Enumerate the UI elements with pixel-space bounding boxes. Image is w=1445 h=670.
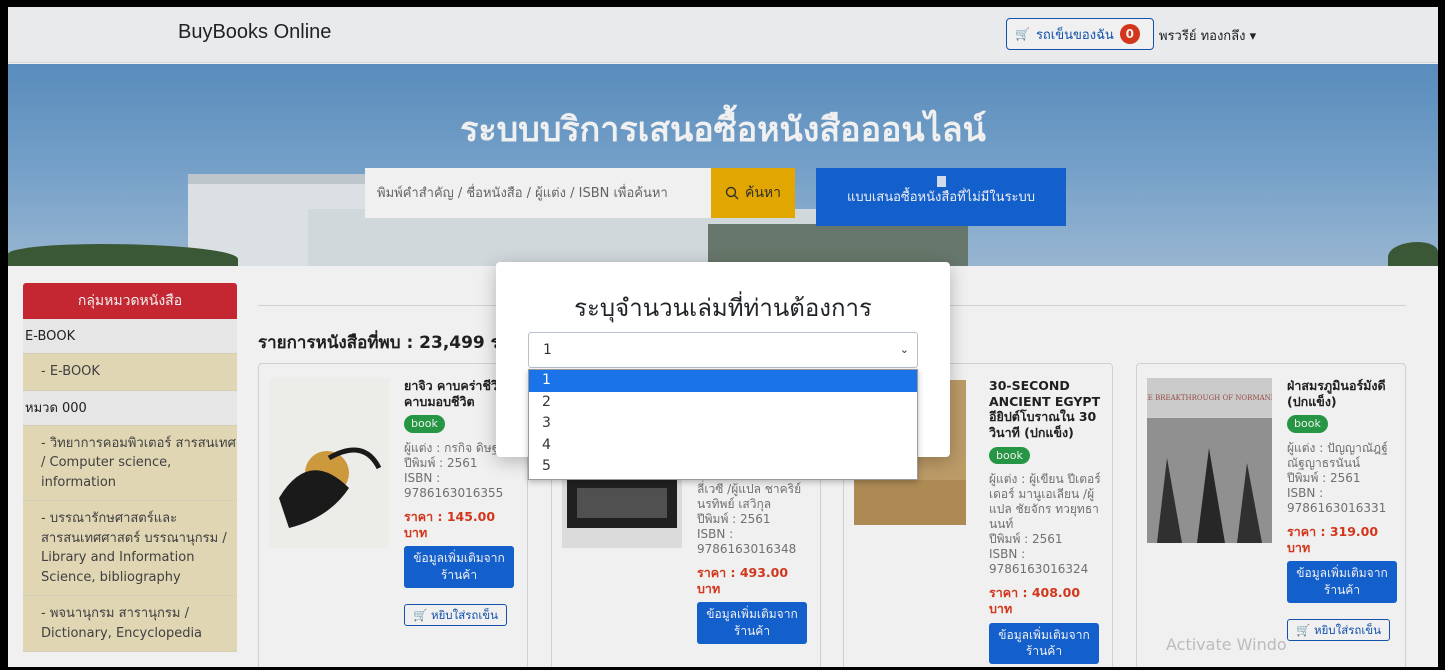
quantity-option[interactable]: 3	[529, 413, 917, 435]
quantity-select-value: 1	[543, 342, 552, 358]
quantity-option[interactable]: 2	[529, 392, 917, 414]
quantity-options-list: 1 2 3 4 5	[528, 369, 918, 480]
quantity-option[interactable]: 5	[529, 456, 917, 478]
modal-title: ระบุจำนวนเล่มที่ท่านต้องการ	[574, 294, 872, 322]
chevron-down-icon: ⌄	[899, 343, 909, 356]
quantity-select[interactable]: 1 ⌄	[528, 332, 918, 368]
quantity-option[interactable]: 4	[529, 435, 917, 457]
quantity-option[interactable]: 1	[529, 370, 917, 392]
browser-viewport: BuyBooks Online 🛒 รถเข็นของฉัน 0 พรวรีย์…	[8, 7, 1438, 667]
